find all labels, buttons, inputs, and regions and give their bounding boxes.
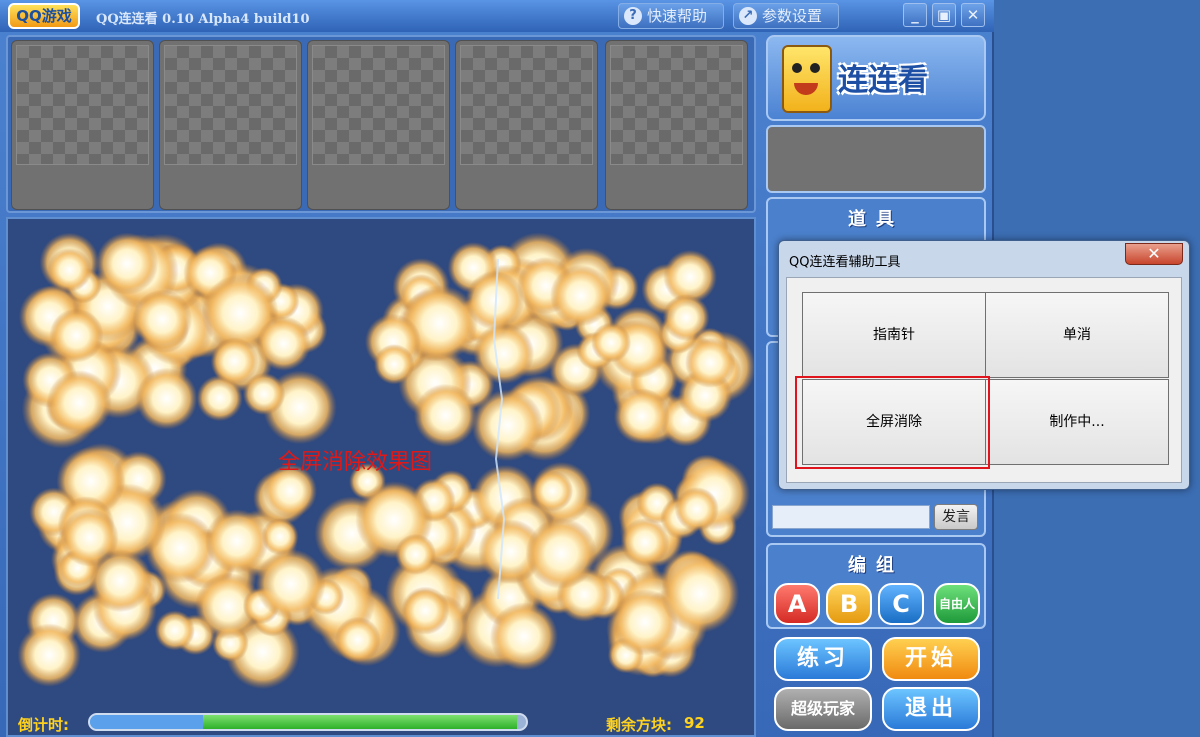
game-board[interactable]: 全屏消除效果图 倒计时: 剩余方块: 92 — [6, 217, 756, 737]
group-panel: 编组 A B C 自由人 — [766, 543, 986, 629]
countdown-fill-remaining — [203, 715, 518, 729]
explosion-burst — [95, 232, 159, 295]
countdown-label: 倒计时: — [18, 716, 69, 734]
explosion-burst — [414, 383, 478, 447]
mascot-icon — [782, 45, 832, 113]
props-title: 道具 — [848, 209, 904, 230]
explosion-burst — [550, 264, 612, 327]
settings-label: 参数设置 — [762, 7, 823, 25]
player-slot[interactable] — [11, 40, 154, 210]
info-box — [766, 125, 986, 193]
minimize-button[interactable]: _ — [903, 3, 927, 27]
group-c-button[interactable]: C — [878, 583, 924, 625]
countdown-bar — [88, 713, 528, 731]
lianliankan-brand: 连连看 — [766, 35, 986, 121]
explosion-burst — [334, 616, 381, 663]
player-slots — [6, 35, 756, 213]
explosion-burst — [205, 509, 269, 573]
avatar — [460, 45, 593, 165]
avatar — [16, 45, 149, 165]
wrench-icon: ↗ — [739, 7, 757, 25]
explosion-burst — [255, 548, 326, 619]
super-player-button[interactable]: 超级玩家 — [774, 687, 872, 731]
group-b-button[interactable]: B — [826, 583, 872, 625]
group-a-button[interactable]: A — [774, 583, 820, 625]
explosion-burst — [489, 602, 558, 671]
red-highlight-box — [795, 376, 990, 469]
countdown-fill-elapsed — [90, 715, 204, 729]
remaining-blocks-count: 92 — [684, 714, 705, 732]
explosion-burst — [154, 610, 195, 651]
explosion-burst — [60, 508, 119, 567]
title-bar: QQ游戏 QQ连连看 0.10 Alpha4 build10 ? 快速帮助 ↗ … — [0, 0, 994, 32]
maximize-button[interactable]: ▣ — [932, 3, 956, 27]
qq-game-logo: QQ游戏 — [8, 3, 80, 29]
explosion-burst — [401, 586, 450, 635]
explosion-burst — [256, 316, 311, 371]
app-title: QQ连连看 0.10 Alpha4 build10 — [96, 12, 310, 27]
quick-help-button[interactable]: ? 快速帮助 — [618, 3, 724, 29]
explosion-burst — [662, 294, 710, 342]
player-slot[interactable] — [307, 40, 450, 210]
explosion-burst — [613, 388, 670, 445]
group-title: 编组 — [848, 555, 904, 576]
explosion-burst — [132, 289, 193, 350]
player-slot[interactable] — [605, 40, 748, 210]
group-free-button[interactable]: 自由人 — [934, 583, 980, 625]
practice-button[interactable]: 练习 — [774, 637, 872, 681]
avatar — [312, 45, 445, 165]
dialog-close-button[interactable]: ✕ — [1125, 243, 1183, 265]
settings-button[interactable]: ↗ 参数设置 — [733, 3, 839, 29]
dialog-title: QQ连连看辅助工具 — [789, 255, 901, 270]
close-button[interactable]: ✕ — [961, 3, 985, 27]
exit-button[interactable]: 退出 — [882, 687, 980, 731]
effect-caption: 全屏消除效果图 — [278, 450, 433, 475]
explosion-burst — [135, 367, 198, 430]
in-progress-button[interactable]: 制作中... — [985, 379, 1169, 465]
explosion-burst — [674, 487, 719, 532]
explosion-burst — [374, 344, 415, 385]
explosion-burst — [525, 517, 597, 589]
chat-input[interactable] — [772, 505, 930, 529]
explosion-burst — [591, 322, 632, 363]
help-icon: ? — [624, 7, 642, 25]
remaining-blocks-label: 剩余方块: — [606, 716, 672, 734]
avatar — [164, 45, 297, 165]
single-clear-button[interactable]: 单消 — [985, 292, 1169, 378]
explosion-burst — [660, 554, 740, 633]
explosion-burst — [473, 323, 535, 385]
start-button[interactable]: 开始 — [882, 637, 980, 681]
explosion-burst — [210, 337, 259, 386]
avatar — [610, 45, 743, 165]
explosion-burst — [395, 533, 437, 575]
player-slot[interactable] — [159, 40, 302, 210]
explosion-burst — [471, 389, 544, 462]
explosion-burst — [47, 247, 92, 292]
brand-text: 连连看 — [838, 63, 928, 98]
send-button[interactable]: 发言 — [934, 504, 978, 530]
compass-button[interactable]: 指南针 — [802, 292, 986, 378]
explosion-burst — [17, 623, 81, 687]
quick-help-label: 快速帮助 — [647, 7, 708, 25]
explosion-burst — [46, 370, 112, 436]
player-slot[interactable] — [455, 40, 598, 210]
